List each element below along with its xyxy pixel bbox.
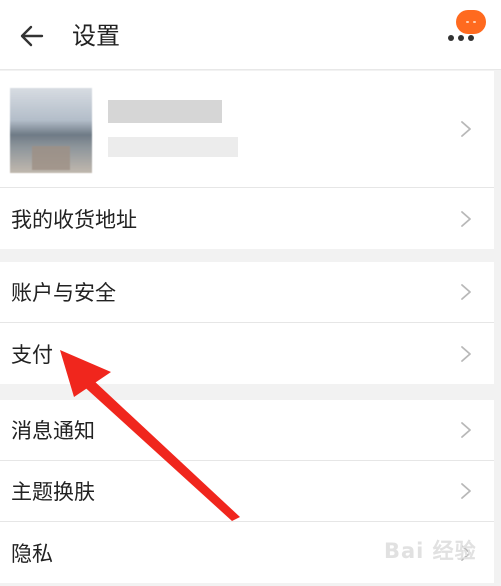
chevron-right-icon xyxy=(461,345,471,362)
notification-badge xyxy=(456,10,486,34)
page-title: 设置 xyxy=(72,22,120,50)
username-blurred xyxy=(108,100,222,123)
notifications-label: 消息通知 xyxy=(11,419,95,443)
theme-row[interactable]: 主题换肤 xyxy=(0,461,494,522)
more-dots-icon xyxy=(448,35,454,41)
account-security-row[interactable]: 账户与安全 xyxy=(0,262,494,323)
settings-screen: 设置 我的收货地址 账户与安全 支付 消息通知 主题换肤 隐私 Bai 经验 xyxy=(0,0,501,586)
security-group: 账户与安全 支付 xyxy=(0,262,494,384)
back-button[interactable] xyxy=(12,18,52,54)
chevron-right-icon xyxy=(461,422,471,438)
account-info-blurred xyxy=(108,137,238,157)
avatar xyxy=(10,88,92,173)
watermark-logo: Bai 经验 xyxy=(384,539,477,563)
badge-dot xyxy=(473,21,476,23)
payment-row[interactable]: 支付 xyxy=(0,323,494,384)
chevron-right-icon xyxy=(461,121,471,137)
payment-label: 支付 xyxy=(11,342,53,367)
chevron-right-icon xyxy=(461,483,471,499)
chevron-right-icon xyxy=(461,284,471,300)
more-dots-icon xyxy=(458,35,464,41)
account-security-label: 账户与安全 xyxy=(11,281,116,305)
badge-dot xyxy=(466,21,469,23)
top-bar: 设置 xyxy=(0,0,501,70)
shipping-address-row[interactable]: 我的收货地址 xyxy=(0,188,494,249)
notifications-row[interactable]: 消息通知 xyxy=(0,400,494,461)
arrow-left-icon xyxy=(20,25,44,47)
shipping-address-label: 我的收货地址 xyxy=(11,207,137,232)
theme-label: 主题换肤 xyxy=(11,480,95,504)
privacy-label: 隐私 xyxy=(11,541,53,566)
more-button[interactable] xyxy=(440,4,488,46)
chevron-right-icon xyxy=(461,210,471,227)
more-dots-icon xyxy=(468,35,474,41)
